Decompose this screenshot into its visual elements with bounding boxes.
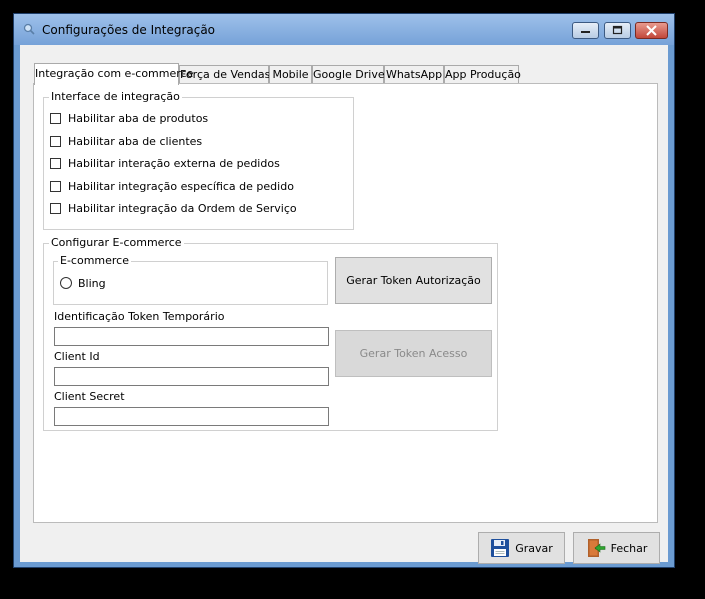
search-icon [23,23,35,35]
option-produtos[interactable]: Habilitar aba de produtos [50,110,208,126]
maximize-button[interactable] [604,22,631,39]
client-secret-input[interactable] [54,407,329,426]
maximize-icon [612,25,623,35]
tab-mobile[interactable]: Mobile [269,65,312,84]
ecommerce-provider-legend: E-commerce [58,254,131,267]
checkbox[interactable] [50,202,61,214]
checkbox[interactable] [50,157,61,169]
interface-group-legend: Interface de integração [49,90,182,103]
ecommerce-group: Configurar E-commerce E-commerce Bling I… [43,236,498,431]
minimize-icon [581,31,590,33]
tab-panel: Interface de integração Habilitar aba de… [33,83,658,523]
save-button[interactable]: Gravar [478,532,565,564]
tab-whatsapp[interactable]: WhatsApp [384,65,444,84]
close-icon [646,25,657,36]
tab-ecommerce[interactable]: Integração com e-commerce [34,63,193,85]
option-integracao-pedido[interactable]: Habilitar integração específica de pedid… [50,178,294,194]
client-id-input[interactable] [54,367,329,386]
ecommerce-provider-group: E-commerce Bling [53,254,328,305]
bling-label: Bling [78,277,106,290]
tab-app-producao[interactable]: App Produção [444,65,521,84]
option-interacao-pedidos[interactable]: Habilitar interação externa de pedidos [50,155,280,171]
generate-auth-token-button[interactable]: Gerar Token Autorização [335,257,492,304]
ecommerce-group-legend: Configurar E-commerce [49,236,184,249]
generate-access-token-button[interactable]: Gerar Token Acesso [335,330,492,377]
client-secret-label: Client Secret [54,390,125,403]
close-form-button[interactable]: Fechar [573,532,660,564]
window: Configurações de Integração Integração c… [13,13,675,568]
token-label: Identificação Token Temporário [54,310,225,323]
title-bar: Configurações de Integração [14,14,674,45]
client-id-label: Client Id [54,350,100,363]
bling-radio[interactable] [60,277,72,289]
option-ordem-servico[interactable]: Habilitar integração da Ordem de Serviço [50,200,297,216]
exit-door-icon [587,539,605,557]
floppy-disk-icon [491,539,510,557]
option-clientes[interactable]: Habilitar aba de clientes [50,133,202,149]
window-title: Configurações de Integração [42,23,216,37]
tab-google-drive[interactable]: Google Drive [312,65,385,84]
checkbox[interactable] [50,112,61,124]
close-button[interactable] [635,22,668,39]
interface-group: Interface de integração Habilitar aba de… [43,90,354,230]
checkbox[interactable] [50,180,61,192]
checkbox[interactable] [50,135,61,147]
minimize-button[interactable] [572,22,599,39]
close-form-button-label: Fechar [610,541,648,555]
dialog-body: Integração com e-commerce Força de Venda… [20,45,668,564]
save-button-label: Gravar [515,541,553,555]
token-input[interactable] [54,327,329,346]
